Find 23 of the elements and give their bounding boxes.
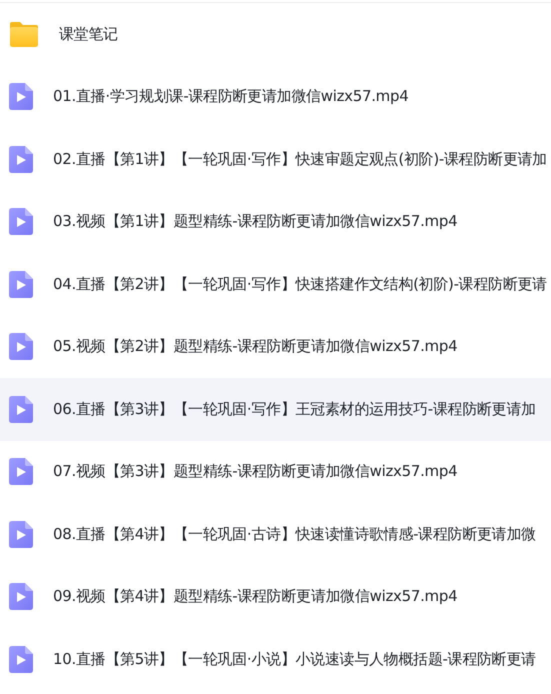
- video-file-icon: [9, 646, 33, 673]
- video-file-icon: [9, 146, 33, 173]
- video-file-icon: [9, 333, 33, 360]
- video-file-icon: [9, 208, 33, 236]
- folder-icon: [9, 20, 39, 48]
- video-file-icon: [9, 458, 33, 486]
- file-name: 01.直播·学习规划课-课程防断更请加微信wizx57.mp4: [53, 87, 408, 106]
- file-name: 06.直播【第3讲】【一轮巩固·写作】王冠素材的运用技巧-课程防断更请加: [53, 400, 536, 419]
- file-name: 02.直播【第1讲】【一轮巩固·写作】快速审题定观点(初阶)-课程防断更请加: [53, 150, 547, 169]
- file-name: 04.直播【第2讲】【一轮巩固·写作】快速搭建作文结构(初阶)-课程防断更请: [53, 274, 547, 294]
- file-name: 09.视频【第4讲】题型精练-课程防断更请加微信wizx57.mp4: [53, 587, 458, 606]
- file-name: 08.直播【第4讲】【一轮巩固·古诗】快速读懂诗歌情感-课程防断更请加微: [53, 524, 536, 544]
- file-name: 10.直播【第5讲】【一轮巩固·小说】小说速读与人物概括题-课程防断更请: [53, 650, 536, 669]
- video-file-icon: [9, 83, 33, 110]
- file-row[interactable]: 06.直播【第3讲】【一轮巩固·写作】王冠素材的运用技巧-课程防断更请加: [0, 378, 551, 440]
- video-file-icon: [9, 583, 33, 610]
- video-file-icon: [9, 270, 33, 298]
- folder-name: 课堂笔记: [59, 24, 118, 44]
- video-file-icon: [9, 520, 33, 548]
- file-name: 07.视频【第3讲】题型精练-课程防断更请加微信wizx57.mp4: [53, 462, 458, 482]
- video-file-icon: [9, 396, 33, 423]
- file-name: 05.视频【第2讲】题型精练-课程防断更请加微信wizx57.mp4: [53, 337, 458, 356]
- file-name: 03.视频【第1讲】题型精练-课程防断更请加微信wizx57.mp4: [53, 212, 458, 232]
